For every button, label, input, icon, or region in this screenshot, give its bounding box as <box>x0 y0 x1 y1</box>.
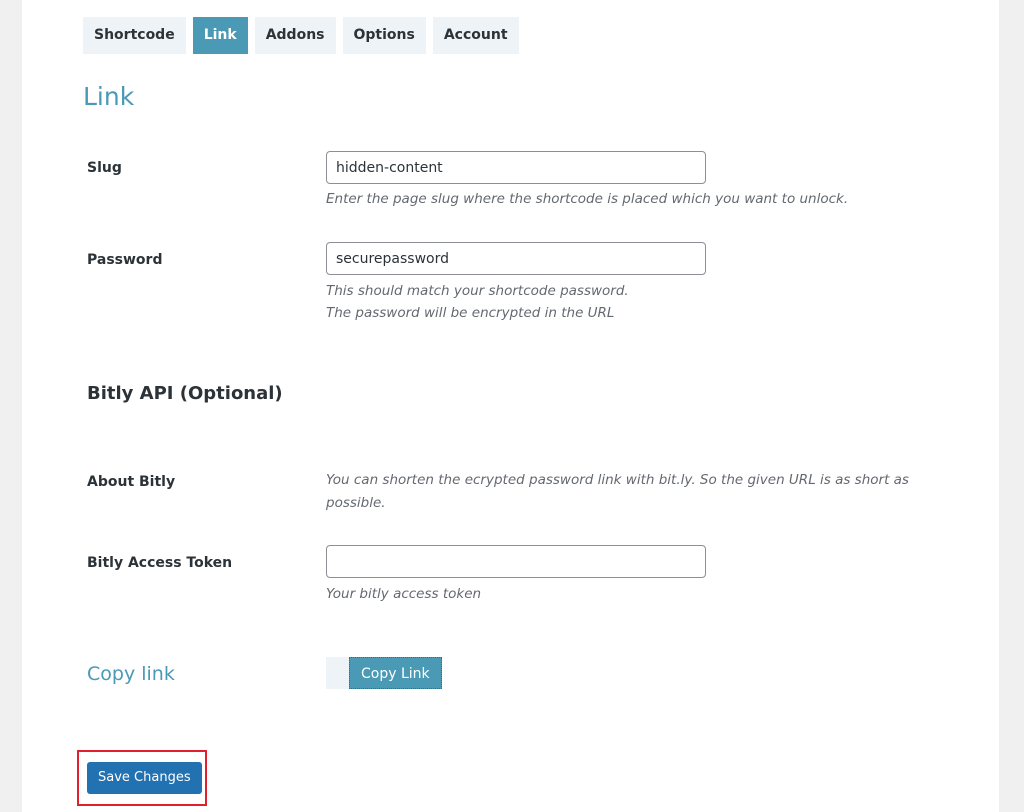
copy-link-group: Copy Link <box>326 657 442 689</box>
tab-bar: Shortcode Link Addons Options Account <box>83 17 526 54</box>
password-description-1: This should match your shortcode passwor… <box>326 283 629 299</box>
tab-link[interactable]: Link <box>192 17 248 54</box>
password-input[interactable] <box>326 242 706 275</box>
slug-input[interactable] <box>326 151 706 184</box>
tab-shortcode[interactable]: Shortcode <box>83 17 186 54</box>
bitly-token-input[interactable] <box>326 545 706 578</box>
slug-description: Enter the page slug where the shortcode … <box>326 191 849 207</box>
bitly-token-label: Bitly Access Token <box>87 555 233 571</box>
settings-panel: Shortcode Link Addons Options Account Li… <box>22 0 999 812</box>
slug-label: Slug <box>87 160 122 176</box>
bitly-section-title: Bitly API (Optional) <box>87 383 283 404</box>
tab-account[interactable]: Account <box>432 17 519 54</box>
password-label: Password <box>87 252 163 268</box>
tab-options[interactable]: Options <box>342 17 426 54</box>
copy-link-title: Copy link <box>87 663 175 685</box>
about-bitly-label: About Bitly <box>87 474 176 490</box>
password-description-2: The password will be encrypted in the UR… <box>326 305 615 321</box>
bitly-token-description: Your bitly access token <box>326 586 482 602</box>
copy-link-button[interactable]: Copy Link <box>349 657 442 689</box>
copy-link-output[interactable] <box>326 657 349 689</box>
save-changes-button[interactable]: Save Changes <box>87 762 202 794</box>
tab-addons[interactable]: Addons <box>254 17 336 54</box>
page-title: Link <box>83 82 135 111</box>
about-bitly-text-1: You can shorten the ecrypted password li… <box>326 472 909 488</box>
about-bitly-text-2: possible. <box>326 495 386 511</box>
